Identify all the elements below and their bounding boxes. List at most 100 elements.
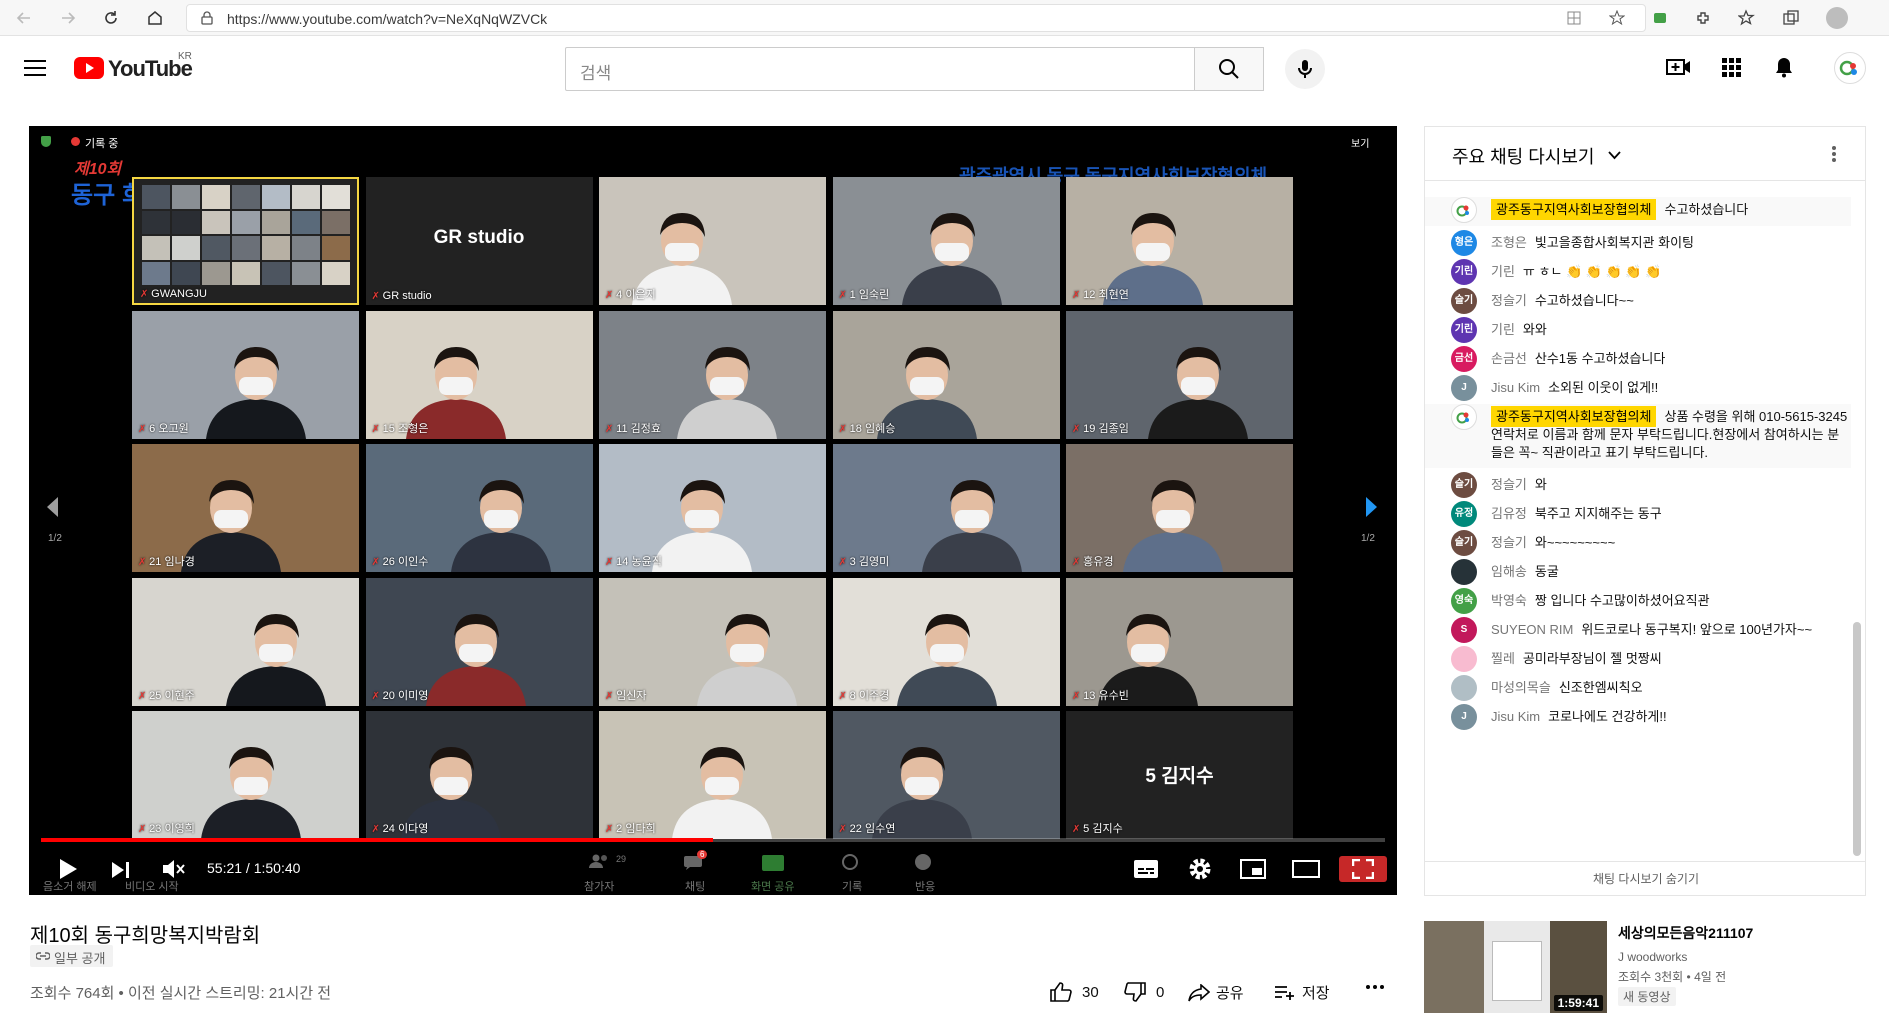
- search-placeholder: 검색: [580, 64, 612, 83]
- chat-author[interactable]: 기린: [1491, 264, 1515, 279]
- home-icon[interactable]: [143, 6, 167, 30]
- video-player[interactable]: 기록 중 보기 제10회 동구 희망복지박람회 광주광역시 동구 동구지역사회보…: [29, 126, 1397, 895]
- more-actions-button[interactable]: [1366, 985, 1384, 989]
- chat-author[interactable]: 박영숙: [1491, 593, 1527, 608]
- theater-mode-button[interactable]: [1291, 856, 1321, 882]
- recommendation-thumbnail[interactable]: 1:59:41: [1424, 921, 1607, 1013]
- chat-author[interactable]: 김유정: [1491, 506, 1527, 521]
- profile-avatar[interactable]: [1826, 7, 1848, 29]
- participant-tile: 14 농윤직: [599, 444, 826, 572]
- chat-author[interactable]: SUYEON RIM: [1491, 622, 1573, 637]
- recommendation-title[interactable]: 세상의모든음악211107: [1618, 923, 1753, 943]
- app-available-icon[interactable]: [1567, 11, 1581, 25]
- participant-tile: 8 이주경: [832, 577, 1060, 706]
- share-button[interactable]: 공유: [1188, 982, 1244, 1003]
- chat-author[interactable]: 광주동구지역사회보장협의체: [1491, 199, 1657, 220]
- dislike-button[interactable]: 0: [1124, 982, 1164, 1002]
- chat-message: 슬기 정슬기 수고하셨습니다~~: [1451, 288, 1851, 317]
- hide-chat-label: 채팅 다시보기 숨기기: [1592, 872, 1700, 886]
- chat-message: J Jisu Kim 소외된 이웃이 없게!!: [1451, 375, 1851, 404]
- forward-icon[interactable]: [56, 6, 80, 30]
- participant-name: 홍유경: [1072, 553, 1113, 569]
- chat-author[interactable]: 찔레: [1491, 651, 1515, 666]
- chat-author[interactable]: 마성의목슬: [1491, 680, 1551, 695]
- miniplayer-icon: [1240, 859, 1266, 879]
- dislike-count: 0: [1156, 983, 1165, 1001]
- chat-author[interactable]: Jisu Kim: [1491, 380, 1540, 395]
- chat-scrollbar[interactable]: [1853, 622, 1861, 856]
- save-button[interactable]: 저장: [1274, 982, 1330, 1003]
- chat-message: 금선 손금선 산수1동 수고하셨습니다: [1451, 346, 1851, 375]
- chat-text: ㅠ ㅎㄴ 👏 👏 👏 👏 👏: [1522, 264, 1662, 279]
- favorite-add-icon[interactable]: [1609, 10, 1625, 26]
- participant-name: 13 유수빈: [1072, 687, 1129, 703]
- chat-author[interactable]: 광주동구지역사회보장협의체: [1491, 406, 1657, 427]
- chevron-down-icon[interactable]: [1608, 151, 1621, 160]
- theater-icon: [1292, 860, 1320, 878]
- subtitles-button[interactable]: [1132, 856, 1160, 882]
- next-page-arrow-icon[interactable]: [1365, 496, 1379, 518]
- chat-avatar: [1451, 675, 1477, 701]
- more-options-icon[interactable]: [1832, 145, 1836, 163]
- search-input[interactable]: 검색: [565, 47, 1195, 91]
- voice-search-button[interactable]: [1285, 49, 1325, 89]
- chat-author[interactable]: 임해송: [1491, 564, 1527, 579]
- microphone-icon: [1298, 60, 1312, 78]
- back-icon[interactable]: [12, 6, 36, 30]
- create-video-icon[interactable]: [1666, 57, 1692, 77]
- next-button[interactable]: [109, 858, 133, 882]
- chat-author[interactable]: 정슬기: [1491, 535, 1527, 550]
- favorites-icon[interactable]: [1738, 9, 1756, 27]
- chat-text: 소외된 이웃이 없게!!: [1548, 380, 1659, 395]
- fullscreen-button[interactable]: [1339, 856, 1387, 882]
- zoom-chat-label: 채팅: [685, 881, 706, 893]
- chat-message: 기린 기린 ㅠ ㅎㄴ 👏 👏 👏 👏 👏: [1451, 259, 1851, 288]
- participant-name: 12 최현연: [1072, 286, 1129, 302]
- view-toggle[interactable]: 보기: [1351, 135, 1369, 150]
- participant-tile: 25 이현주: [132, 577, 359, 706]
- settings-button[interactable]: [1186, 855, 1214, 883]
- like-button[interactable]: 30: [1050, 982, 1099, 1002]
- participant-figure: [647, 472, 757, 572]
- mute-button[interactable]: [159, 856, 187, 882]
- play-button[interactable]: [55, 856, 81, 882]
- chat-text: 빛고을종합사회복지관 화이팅: [1534, 235, 1694, 250]
- apps-grid-icon[interactable]: [1722, 58, 1741, 77]
- address-bar[interactable]: https://www.youtube.com/watch?v=NeXqNqWZ…: [186, 4, 1646, 32]
- progress-bar[interactable]: [41, 838, 1385, 842]
- menu-icon[interactable]: [24, 59, 46, 77]
- account-avatar[interactable]: [1834, 52, 1866, 84]
- chat-message: 기린 기린 와와: [1451, 317, 1851, 346]
- chat-title[interactable]: 주요 채팅 다시보기: [1452, 143, 1594, 169]
- youtube-header: YouTube KR 검색: [0, 37, 1889, 101]
- zoom-chat-badge: 6: [697, 850, 708, 859]
- notifications-bell-icon[interactable]: [1774, 56, 1794, 78]
- chat-author[interactable]: 정슬기: [1491, 293, 1527, 308]
- chat-author[interactable]: 손금선: [1491, 351, 1527, 366]
- chat-message: 유정 김유정 북주고 지지해주는 동구: [1451, 501, 1851, 530]
- chat-avatar: S: [1451, 617, 1477, 643]
- link-icon: [36, 952, 50, 960]
- chat-message-list: 광주동구지역사회보장협의체 수고하셨습니다 형은 조형은 빛고을종합사회복지관 화이팅 기…: [1425, 181, 1851, 861]
- participant-name: 3 김영미: [839, 553, 890, 569]
- chat-author[interactable]: 조형은: [1491, 235, 1527, 250]
- chat-author[interactable]: 정슬기: [1491, 477, 1527, 492]
- gear-icon: [1189, 858, 1211, 880]
- recommendation-channel[interactable]: J woodworks: [1618, 950, 1687, 964]
- prev-page-arrow-icon[interactable]: [45, 496, 59, 518]
- chat-author[interactable]: Jisu Kim: [1491, 709, 1540, 724]
- extension-green-icon[interactable]: [1652, 10, 1668, 26]
- hide-chat-button[interactable]: 채팅 다시보기 숨기기: [1425, 861, 1865, 895]
- search-button[interactable]: [1194, 47, 1264, 91]
- chat-text: 와~~~~~~~~~: [1534, 535, 1616, 550]
- share-screen-icon: [762, 855, 784, 871]
- chat-text: 와와: [1522, 322, 1547, 337]
- chat-message: 광주동구지역사회보장협의체 수고하셨습니다: [1425, 197, 1851, 226]
- extensions-icon[interactable]: [1694, 9, 1712, 27]
- share-label: 공유: [1216, 985, 1244, 1002]
- miniplayer-button[interactable]: [1239, 856, 1267, 882]
- youtube-logo-icon[interactable]: [74, 57, 104, 79]
- refresh-icon[interactable]: [99, 6, 123, 30]
- chat-author[interactable]: 기린: [1491, 322, 1515, 337]
- collections-icon[interactable]: [1782, 9, 1800, 27]
